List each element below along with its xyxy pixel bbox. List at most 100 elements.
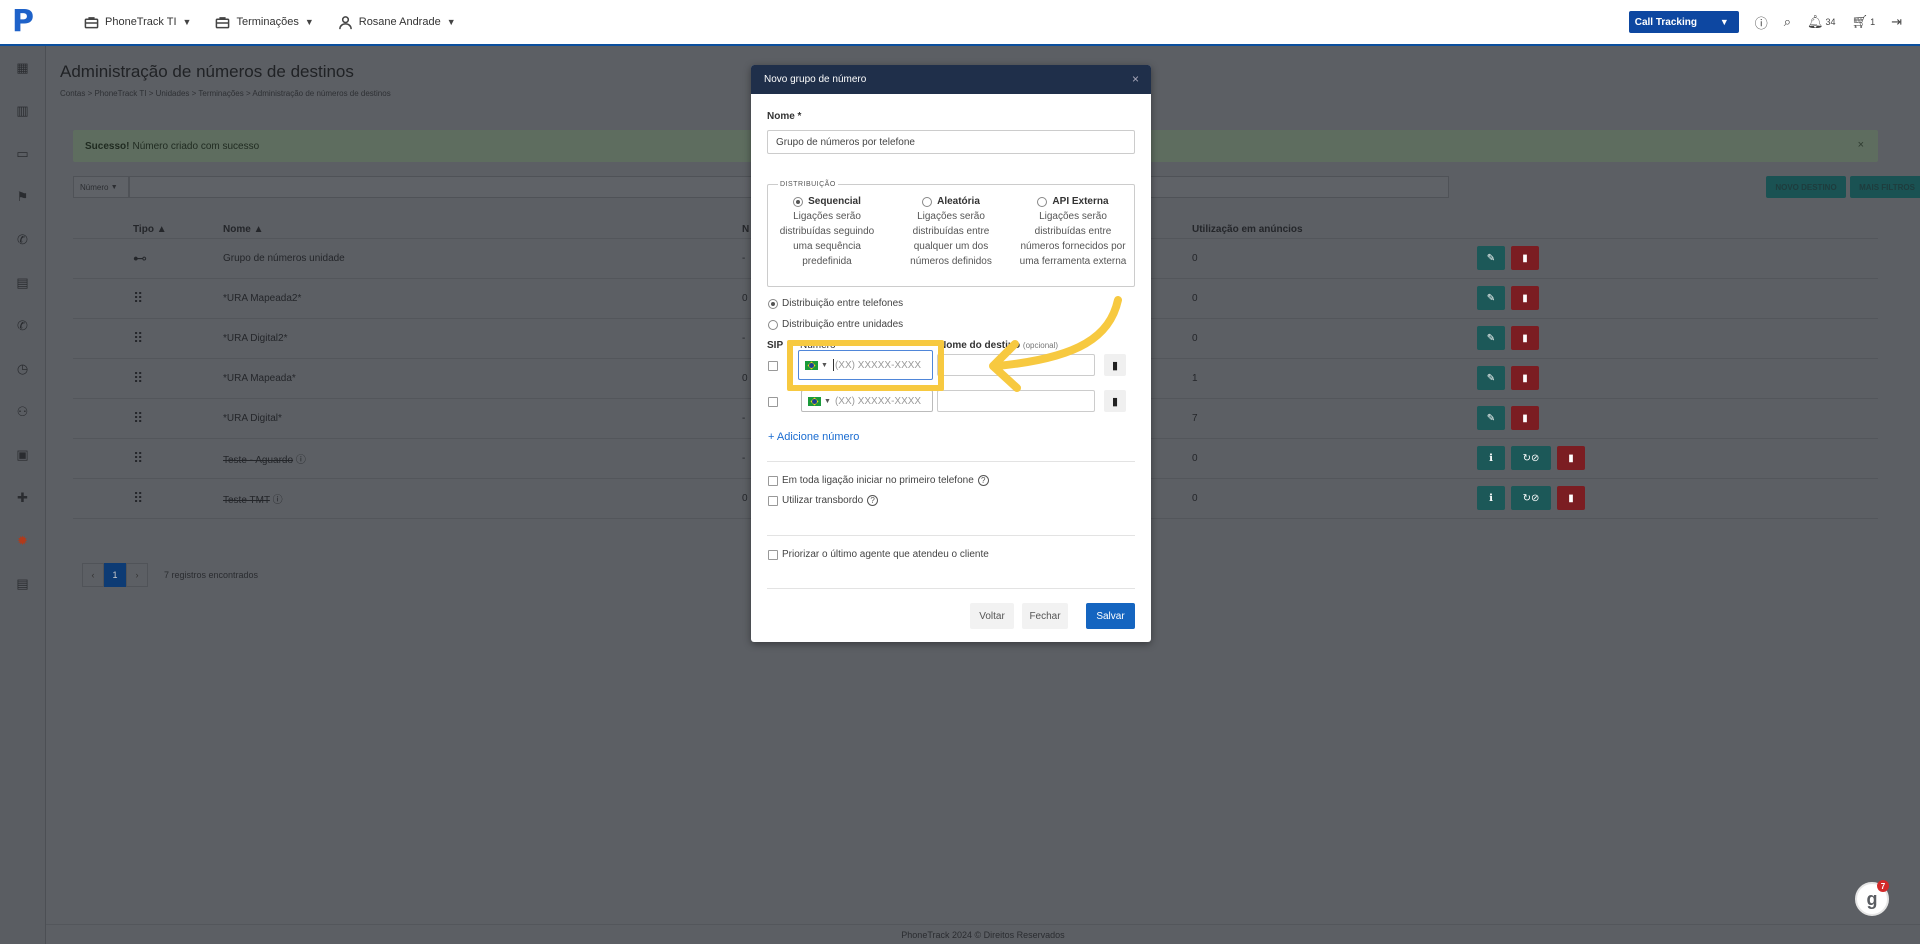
filter-field-select[interactable]: Número ▼ bbox=[73, 176, 129, 198]
help-icon[interactable]: ? bbox=[867, 495, 879, 506]
phone-forward-icon[interactable]: ✆ bbox=[0, 304, 45, 347]
record-count: 7 registros encontrados bbox=[164, 570, 259, 580]
puzzle-icon[interactable]: ✚ bbox=[0, 476, 45, 519]
option-aleatoria-desc: Ligações serão distribuídas entre qualqu… bbox=[910, 211, 992, 267]
cart-icon: 🛒︎ bbox=[1851, 14, 1869, 29]
phone-icon[interactable]: ✆ bbox=[0, 218, 45, 261]
dashboard-icon[interactable]: ▦ bbox=[0, 46, 45, 89]
help-icon[interactable]: ? bbox=[977, 475, 989, 486]
gallery-icon[interactable]: ▣ bbox=[0, 433, 45, 476]
notification-count: 34 bbox=[1825, 17, 1836, 27]
radio-between-units[interactable]: Distribuição entre unidades bbox=[768, 319, 903, 330]
back-button[interactable]: Voltar bbox=[970, 603, 1014, 629]
briefcase-icon[interactable]: ▭ bbox=[0, 132, 45, 175]
nav-user-menu[interactable]: Rosane Andrade ▼ bbox=[338, 15, 456, 30]
search-icon[interactable]: ⌕ bbox=[1784, 14, 1791, 30]
sip-checkbox-1[interactable] bbox=[768, 361, 778, 371]
page-title: Administração de números de destinos bbox=[60, 62, 354, 81]
phone-input-1-focused[interactable]: ▼ (XX) XXXXX-XXXX bbox=[798, 350, 933, 380]
col-tipo[interactable]: Tipo ▲ bbox=[133, 222, 223, 238]
close-icon[interactable]: × bbox=[1858, 139, 1864, 151]
divider bbox=[767, 588, 1135, 589]
trash-icon[interactable]: ▮ bbox=[1511, 246, 1539, 270]
help-icon[interactable]: ⓘ bbox=[1755, 13, 1768, 32]
pointer-arrow-icon bbox=[989, 296, 1122, 392]
close-button[interactable]: Fechar bbox=[1022, 603, 1068, 629]
radio-aleatoria[interactable] bbox=[922, 196, 933, 207]
phone-placeholder: (XX) XXXXX-XXXX bbox=[834, 395, 922, 407]
first-phone-option[interactable]: Em toda ligação iniciar no primeiro tele… bbox=[768, 475, 989, 486]
chevron-down-icon: ▼ bbox=[182, 17, 192, 27]
close-icon[interactable]: × bbox=[1132, 72, 1139, 86]
pager-prev[interactable]: ‹ bbox=[82, 563, 104, 587]
row-usage: 0 bbox=[1192, 477, 1477, 519]
edit-icon[interactable]: ✎ bbox=[1477, 286, 1505, 310]
pager-next[interactable]: › bbox=[126, 563, 148, 587]
new-destination-button[interactable]: NOVO DESTINO bbox=[1766, 176, 1846, 198]
modal-header: Novo grupo de número × bbox=[751, 65, 1151, 94]
contact-card-icon[interactable]: ▤ bbox=[0, 261, 45, 304]
chevron-down-icon: ▼ bbox=[304, 17, 314, 27]
store-icon[interactable]: ▤ bbox=[0, 562, 45, 605]
building-icon[interactable]: ▥ bbox=[0, 89, 45, 132]
flag-icon[interactable]: ⚑ bbox=[0, 175, 45, 218]
nav-account-label: PhoneTrack TI bbox=[105, 16, 177, 28]
settings-icon[interactable]: ✹ bbox=[0, 519, 45, 562]
edit-icon[interactable]: ✎ bbox=[1477, 406, 1505, 430]
edit-icon[interactable]: ✎ bbox=[1477, 246, 1505, 270]
chevron-down-icon: ▼ bbox=[821, 361, 828, 369]
sip-checkbox-2[interactable] bbox=[768, 397, 778, 407]
radio-sequencial[interactable] bbox=[793, 196, 804, 207]
restore-icon[interactable]: ↻⊘ bbox=[1511, 486, 1551, 510]
trash-icon[interactable]: ▮ bbox=[1511, 366, 1539, 390]
phonetrack-logo[interactable]: P bbox=[0, 0, 46, 44]
nav-user-label: Rosane Andrade bbox=[358, 16, 441, 28]
clock-icon[interactable]: ◷ bbox=[0, 347, 45, 390]
radio-indicator bbox=[768, 298, 778, 309]
trash-icon[interactable]: ▮ bbox=[1511, 286, 1539, 310]
info-icon[interactable]: ℹ bbox=[1477, 486, 1505, 510]
filter-field-value: Número bbox=[80, 182, 109, 192]
logout-icon[interactable]: ⇥ bbox=[1891, 14, 1902, 30]
option-sequencial[interactable]: Sequencial Ligações serão distribuídas s… bbox=[772, 196, 882, 269]
radio-indicator bbox=[768, 319, 778, 330]
chat-logo-icon: g bbox=[1866, 888, 1878, 909]
cart-button[interactable]: 🛒︎ 1 bbox=[1852, 14, 1876, 30]
chat-widget-button[interactable]: g7 bbox=[1855, 880, 1889, 916]
radio-between-phones[interactable]: Distribuição entre telefones bbox=[768, 298, 903, 309]
notifications-button[interactable]: 🔔︎ 34 bbox=[1807, 14, 1836, 30]
add-number-link[interactable]: + Adicione número bbox=[768, 431, 859, 443]
row-usage: 0 bbox=[1192, 237, 1477, 278]
save-button[interactable]: Salvar bbox=[1086, 603, 1135, 629]
users-icon[interactable]: ⚇ bbox=[0, 390, 45, 433]
top-bar: P PhoneTrack TI ▼ Terminações ▼ Rosane A… bbox=[0, 0, 1920, 46]
nav-account-menu[interactable]: PhoneTrack TI ▼ bbox=[84, 15, 191, 30]
trash-icon[interactable]: ▮ bbox=[1557, 446, 1585, 470]
pager-page-1[interactable]: 1 bbox=[104, 563, 126, 587]
row-usage: 0 bbox=[1192, 317, 1477, 358]
option-api-externa[interactable]: API Externa Ligações serão distribuídas … bbox=[1018, 196, 1128, 269]
checkbox[interactable] bbox=[768, 495, 778, 506]
checkbox[interactable] bbox=[768, 549, 778, 560]
trash-icon[interactable]: ▮ bbox=[1511, 326, 1539, 350]
nav-unit-menu[interactable]: Terminações ▼ bbox=[215, 15, 314, 30]
prioritize-option[interactable]: Priorizar o último agente que atendeu o … bbox=[768, 549, 989, 560]
info-icon[interactable]: ℹ bbox=[1477, 446, 1505, 470]
checkbox[interactable] bbox=[768, 475, 778, 486]
radio-api-externa[interactable] bbox=[1037, 196, 1048, 207]
more-filters-button[interactable]: MAIS FILTROS bbox=[1850, 176, 1920, 198]
option-aleatoria[interactable]: Aleatória Ligações serão distribuídas en… bbox=[896, 196, 1006, 269]
call-tracking-dropdown[interactable]: Call Tracking ▼ bbox=[1628, 11, 1739, 33]
col-nome[interactable]: Nome ▲ bbox=[223, 222, 742, 238]
overflow-option[interactable]: Utilizar transbordo ? bbox=[768, 495, 879, 506]
row-name: *URA Mapeada2* bbox=[223, 277, 742, 318]
bell-icon: 🔔︎ bbox=[1807, 14, 1824, 29]
edit-icon[interactable]: ✎ bbox=[1477, 326, 1505, 350]
info-icon: ⓘ bbox=[272, 494, 283, 506]
group-name-input[interactable]: Grupo de números por telefone bbox=[767, 130, 1135, 154]
trash-icon[interactable]: ▮ bbox=[1557, 486, 1585, 510]
edit-icon[interactable]: ✎ bbox=[1477, 366, 1505, 390]
trash-icon[interactable]: ▮ bbox=[1511, 406, 1539, 430]
phone-input-2[interactable]: ▼ (XX) XXXXX-XXXX bbox=[801, 390, 933, 412]
restore-icon[interactable]: ↻⊘ bbox=[1511, 446, 1551, 470]
